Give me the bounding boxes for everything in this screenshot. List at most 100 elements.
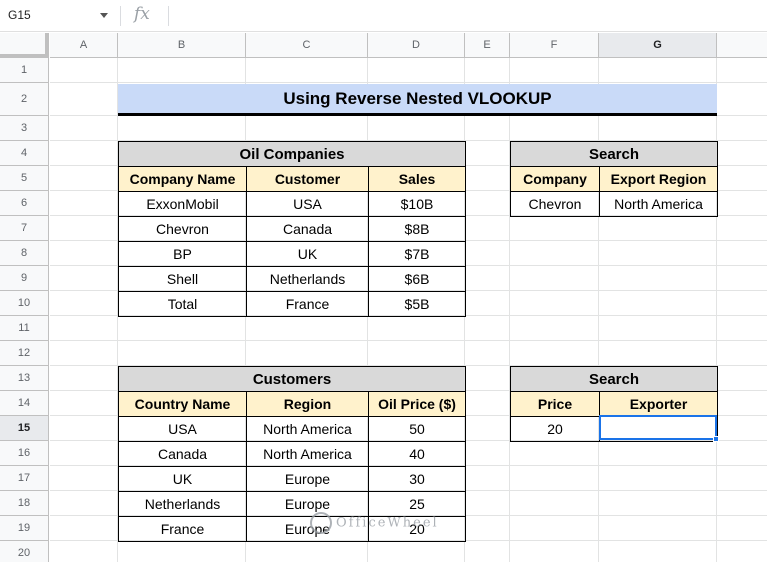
table-cell[interactable]: Chevron bbox=[118, 216, 247, 242]
table-cell[interactable]: $6B bbox=[368, 266, 466, 292]
column-header-cell[interactable]: Company bbox=[510, 166, 600, 192]
table-cell[interactable]: 20 bbox=[510, 416, 600, 442]
column-header-c[interactable]: C bbox=[246, 33, 368, 58]
column-header-f[interactable]: F bbox=[510, 33, 599, 58]
row-header[interactable]: 14 bbox=[0, 391, 49, 416]
table-row: ExxonMobil USA $10B bbox=[118, 191, 466, 217]
grid-line bbox=[509, 58, 510, 562]
table-cell[interactable]: UK bbox=[246, 241, 369, 267]
table-cell[interactable]: 50 bbox=[368, 416, 466, 442]
table-row: Canada North America 40 bbox=[118, 441, 466, 467]
column-header-cell[interactable]: Sales bbox=[368, 166, 466, 192]
table-cell[interactable]: Shell bbox=[118, 266, 247, 292]
formula-bar: G15 fx bbox=[0, 0, 767, 32]
select-all-corner[interactable] bbox=[0, 33, 49, 58]
table-cell[interactable]: Netherlands bbox=[118, 491, 247, 517]
column-header-e[interactable]: E bbox=[465, 33, 510, 58]
grid-line bbox=[716, 58, 717, 562]
table-row: Total France $5B bbox=[118, 291, 466, 317]
grid-line bbox=[50, 340, 767, 341]
table-cell[interactable]: BP bbox=[118, 241, 247, 267]
row-header[interactable]: 19 bbox=[0, 516, 49, 541]
row-header[interactable]: 15 bbox=[0, 416, 49, 441]
grid-line bbox=[598, 58, 599, 562]
table-cell[interactable]: 30 bbox=[368, 466, 466, 492]
column-header-cell[interactable]: Price bbox=[510, 391, 600, 417]
table-cell[interactable]: North America bbox=[246, 416, 369, 442]
name-box-dropdown-icon[interactable] bbox=[100, 13, 108, 18]
column-header-d[interactable]: D bbox=[368, 33, 465, 58]
fx-icon: fx bbox=[134, 4, 150, 24]
watermark-text: OfficeWheel bbox=[336, 515, 439, 531]
column-header-g[interactable]: G bbox=[599, 33, 717, 58]
name-box[interactable]: G15 bbox=[8, 8, 31, 22]
column-header-cell[interactable]: Country Name bbox=[118, 391, 247, 417]
table-cell[interactable]: Total bbox=[118, 291, 247, 317]
row-header[interactable]: 5 bbox=[0, 166, 49, 191]
table-cell[interactable]: North America bbox=[246, 441, 369, 467]
page-title[interactable]: Using Reverse Nested VLOOKUP bbox=[118, 84, 717, 116]
row-header[interactable]: 12 bbox=[0, 341, 49, 366]
table-cell[interactable]: 40 bbox=[368, 441, 466, 467]
table-cell[interactable]: Netherlands bbox=[246, 266, 369, 292]
table-cell[interactable]: $8B bbox=[368, 216, 466, 242]
fill-handle[interactable] bbox=[713, 436, 719, 442]
row-header[interactable]: 4 bbox=[0, 141, 49, 166]
column-header-a[interactable]: A bbox=[50, 33, 118, 58]
row-header[interactable]: 17 bbox=[0, 466, 49, 491]
table-cell[interactable]: $7B bbox=[368, 241, 466, 267]
table-cell[interactable]: $5B bbox=[368, 291, 466, 317]
column-header-cell[interactable]: Region bbox=[246, 391, 369, 417]
column-header-cell[interactable]: Company Name bbox=[118, 166, 247, 192]
watermark: OfficeWheel bbox=[310, 512, 439, 534]
row-header[interactable]: 9 bbox=[0, 266, 49, 291]
table-cell[interactable]: France bbox=[246, 291, 369, 317]
row-header[interactable]: 13 bbox=[0, 366, 49, 391]
row-header[interactable]: 16 bbox=[0, 441, 49, 466]
row-header[interactable]: 20 bbox=[0, 541, 49, 562]
column-header-cell[interactable]: Customer bbox=[246, 166, 369, 192]
row-header[interactable]: 6 bbox=[0, 191, 49, 216]
table-row: Chevron North America bbox=[510, 191, 719, 217]
table-title[interactable]: Search bbox=[509, 141, 719, 167]
table-cell[interactable]: USA bbox=[246, 191, 369, 217]
table-title[interactable]: Oil Companies bbox=[118, 141, 466, 167]
formula-input[interactable] bbox=[176, 6, 756, 26]
table-cell[interactable]: UK bbox=[118, 466, 247, 492]
officewheel-logo-icon bbox=[310, 512, 332, 534]
table-cell[interactable]: France bbox=[118, 516, 247, 542]
table-title[interactable]: Customers bbox=[118, 366, 466, 392]
column-header-h[interactable] bbox=[717, 33, 767, 58]
row-header[interactable]: 3 bbox=[0, 116, 49, 141]
table-row: Chevron Canada $8B bbox=[118, 216, 466, 242]
table-cell[interactable]: Europe bbox=[246, 466, 369, 492]
table-cell[interactable]: USA bbox=[118, 416, 247, 442]
row-header[interactable]: 18 bbox=[0, 491, 49, 516]
active-cell-selection[interactable] bbox=[599, 415, 717, 440]
table-cell[interactable]: North America bbox=[598, 191, 719, 217]
search-company-table: Search Company Export Region Chevron Nor… bbox=[509, 141, 719, 217]
table-cell[interactable]: Canada bbox=[246, 216, 369, 242]
column-header-cell[interactable]: Oil Price ($) bbox=[368, 391, 466, 417]
formula-bar-divider bbox=[168, 6, 169, 26]
table-cell[interactable]: Chevron bbox=[510, 191, 600, 217]
table-cell[interactable]: $10B bbox=[368, 191, 466, 217]
table-cell[interactable]: ExxonMobil bbox=[118, 191, 247, 217]
row-header[interactable]: 2 bbox=[0, 83, 49, 116]
table-row: Shell Netherlands $6B bbox=[118, 266, 466, 292]
row-header[interactable]: 1 bbox=[0, 58, 49, 83]
table-cell[interactable]: Canada bbox=[118, 441, 247, 467]
row-header[interactable]: 7 bbox=[0, 216, 49, 241]
row-header[interactable]: 8 bbox=[0, 241, 49, 266]
table-row: BP UK $7B bbox=[118, 241, 466, 267]
column-header-cell[interactable]: Export Region bbox=[598, 166, 719, 192]
table-row: USA North America 50 bbox=[118, 416, 466, 442]
column-header-b[interactable]: B bbox=[118, 33, 246, 58]
row-header[interactable]: 10 bbox=[0, 291, 49, 316]
oil-companies-table: Oil Companies Company Name Customer Sale… bbox=[118, 141, 466, 317]
table-row: UK Europe 30 bbox=[118, 466, 466, 492]
table-title[interactable]: Search bbox=[509, 366, 719, 392]
grid-line bbox=[50, 82, 767, 83]
row-header[interactable]: 11 bbox=[0, 316, 49, 341]
column-header-cell[interactable]: Exporter bbox=[598, 391, 719, 417]
